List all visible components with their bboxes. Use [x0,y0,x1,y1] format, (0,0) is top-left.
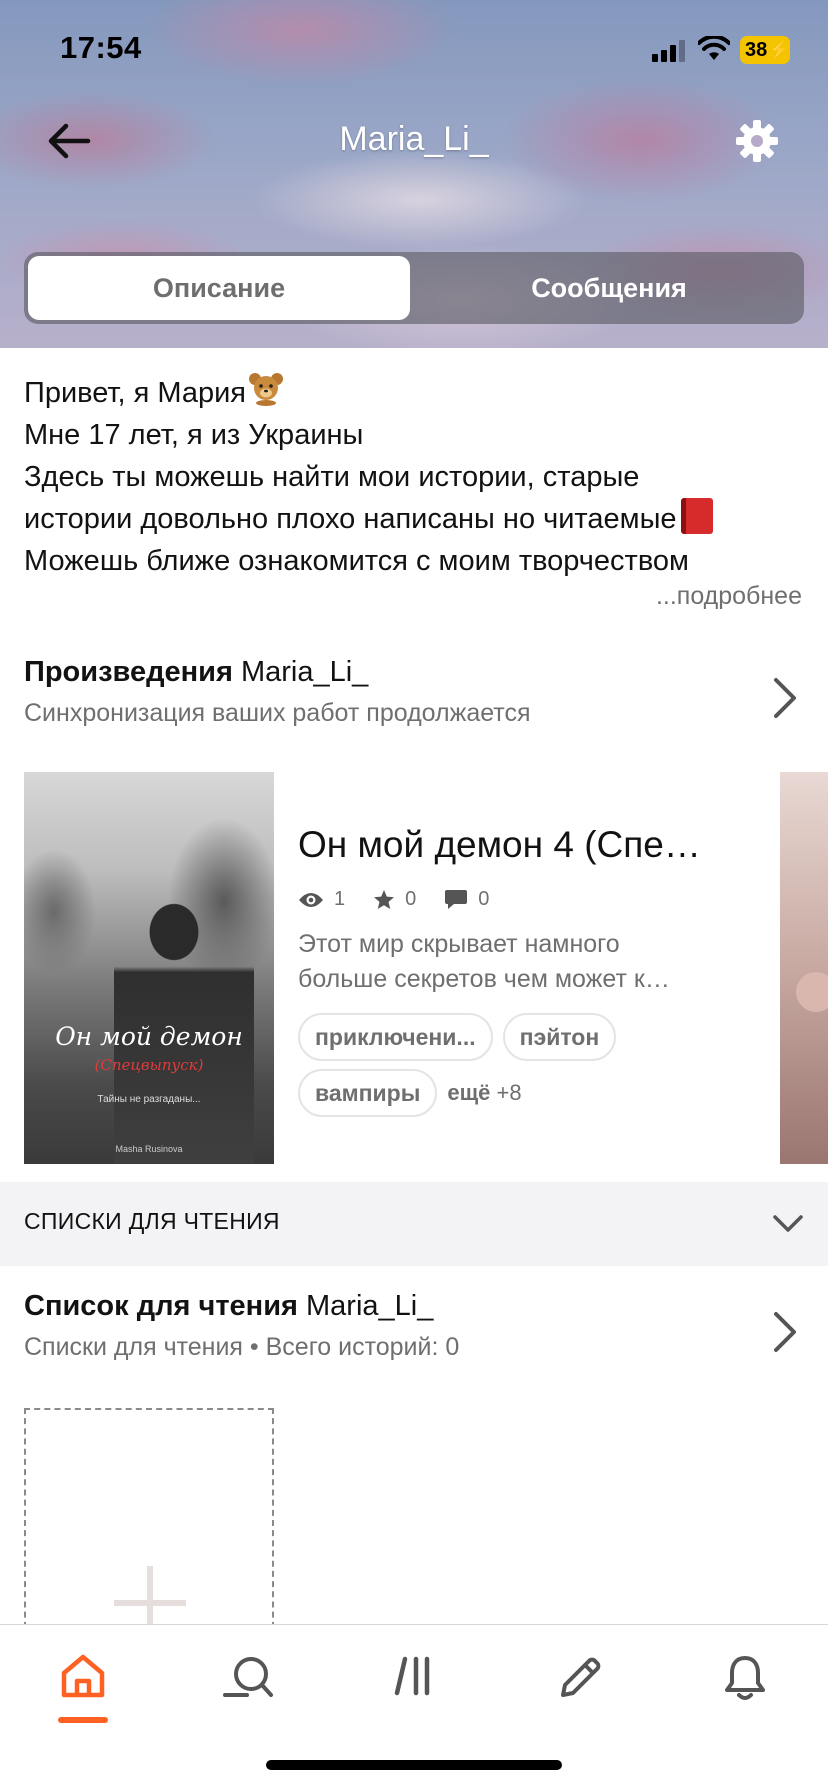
gear-icon[interactable] [734,118,780,164]
bio-line: Привет, я Мария [24,377,247,409]
teddy-bear-icon [249,373,284,406]
story-cover[interactable]: Он мой демон (Спецвыпуск) Тайны не разга… [24,772,274,1164]
status-time: 17:54 [60,30,142,65]
more-tags-count: +8 [496,1080,522,1105]
tab-description[interactable]: Описание [28,256,410,320]
comments-stat: 0 [444,888,489,911]
views-count: 1 [334,888,346,910]
star-icon [374,889,395,909]
reading-list-title: Список для чтения Maria_Li_ [24,1290,804,1323]
bio-line: Можешь ближе ознакомится с моим творчест… [24,545,689,577]
home-icon [61,1654,105,1698]
chevron-down-icon [773,1215,803,1232]
works-subtitle: Синхронизация ваших работ продолжается [24,699,531,727]
tab-notifications[interactable] [715,1653,775,1723]
story-card[interactable]: Он мой демон 4 (Спе… 1 0 0 Этот мир скры… [298,824,718,1125]
story-title[interactable]: Он мой демон 4 (Спе… [298,824,718,866]
more-tags-link[interactable]: ещё +8 [447,1080,521,1106]
profile-header: 17:54 38⚡ Maria_Li_ Описание Сообщения [0,0,828,348]
profile-bio: Привет, я Мария Мне 17 лет, я из Украины… [24,372,804,582]
reading-list-header[interactable]: Список для чтения Maria_Li_ Списки для ч… [24,1290,804,1380]
works-title-username: Maria_Li_ [240,656,369,688]
tab-home[interactable] [53,1653,113,1723]
nav-bar: Maria_Li_ [0,100,828,180]
chevron-right-icon [774,1312,796,1352]
works-title: Произведения Maria_Li_ [24,656,804,689]
votes-count: 0 [405,888,417,910]
wifi-icon [698,36,730,60]
profile-tabs: Описание Сообщения [24,252,804,324]
bio-line: истории довольно плохо написаны но читае… [24,503,677,535]
reading-list-subtitle: Списки для чтения • Всего историй: 0 [24,1333,460,1361]
reading-lists-toggle[interactable]: СПИСКИ ДЛЯ ЧТЕНИЯ [0,1182,828,1266]
works-title-label: Произведения [24,656,233,688]
write-icon [561,1657,601,1697]
cover-tagline: Тайны не разгаданы... [97,1094,201,1105]
tag-chip[interactable]: вампиры [298,1069,438,1117]
bio-line: Мне 17 лет, я из Украины [24,419,364,451]
profile-username: Maria_Li_ [339,120,489,158]
notifications-icon [725,1656,765,1700]
tag-chip[interactable]: приключени... [298,1013,493,1061]
story-stats: 1 0 0 [298,888,718,911]
comments-count: 0 [478,888,490,910]
status-bar: 17:54 38⚡ [0,0,828,100]
reading-list-title-label: Список для чтения [24,1290,298,1322]
comment-icon [445,889,468,909]
library-icon [394,1656,430,1696]
cover-author: Masha Rusinova [115,1144,183,1154]
works-section-header[interactable]: Произведения Maria_Li_ Синхронизация ваш… [24,656,804,746]
ukraine-flag-icon [365,420,403,446]
next-story-cover[interactable] [780,772,828,1164]
tab-library[interactable] [384,1653,444,1723]
tab-messages[interactable]: Сообщения [418,256,800,320]
cellular-signal-icon [652,40,686,62]
votes-stat: 0 [373,888,416,911]
reading-lists-bar-label: СПИСКИ ДЛЯ ЧТЕНИЯ [24,1208,280,1234]
chevron-right-icon [774,678,796,718]
tab-search[interactable] [218,1653,278,1723]
search-icon [223,1657,273,1697]
home-indicator [266,1760,562,1770]
battery-level: 38 [745,39,768,61]
cover-subtitle: (Спецвыпуск) [94,1056,204,1074]
cover-title: Он мой демон [55,1022,243,1051]
description-line: Этот мир скрывает намного [298,930,620,958]
tag-chip[interactable]: пэйтон [502,1013,617,1061]
battery-indicator: 38⚡ [740,36,791,64]
views-stat: 1 [298,888,345,911]
eye-icon [299,892,323,907]
tab-write[interactable] [550,1653,610,1723]
red-book-icon [680,498,713,534]
add-story-to-list-button[interactable] [24,1408,274,1638]
bio-line: Здесь ты можешь найти мои истории, стары… [24,461,640,493]
reading-list-title-username: Maria_Li_ [306,1290,434,1322]
story-tags: приключени... пэйтон вампиры ещё +8 [298,1013,738,1117]
story-description: Этот мир скрывает намного больше секрето… [298,927,718,997]
active-tab-indicator [58,1717,108,1723]
more-tags-label: ещё [447,1080,491,1105]
description-line: больше секретов чем может к… [298,965,670,993]
read-more-link[interactable]: ...подробнее [656,582,802,611]
